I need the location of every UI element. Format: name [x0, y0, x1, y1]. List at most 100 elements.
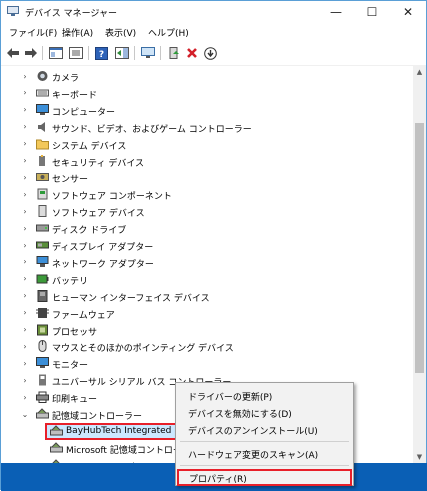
close-button[interactable]: ✕	[390, 1, 426, 23]
properties-pane-button[interactable]	[48, 46, 64, 60]
scan-hardware-button[interactable]	[140, 46, 156, 60]
tree-category-item[interactable]: › モニター	[1, 356, 413, 371]
tree-category-item[interactable]: › カメラ	[1, 69, 413, 84]
tree-category-item[interactable]: › サウンド、ビデオ、およびゲーム コントローラー	[1, 120, 413, 135]
mouse-icon	[36, 340, 49, 353]
expand-chevron-icon[interactable]: ›	[21, 105, 29, 115]
monitor-icon	[36, 357, 49, 369]
minimize-icon: —	[330, 5, 342, 19]
display-adapter-icon	[36, 239, 49, 251]
close-icon: ✕	[402, 5, 414, 19]
tree-category-item[interactable]: › ネットワーク アダプター	[1, 255, 413, 270]
expand-chevron-icon[interactable]: ›	[21, 392, 29, 402]
tree-item-label: セキュリティ デバイス	[52, 158, 145, 169]
scroll-up-icon[interactable]: ▲	[413, 65, 426, 78]
menu-file[interactable]: ファイル(F)	[9, 26, 57, 39]
tree-item-label: ディスク ドライブ	[52, 226, 127, 237]
back-arrow-icon	[7, 48, 19, 58]
tree-item-label: マウスとそのほかのポインティング デバイス	[52, 344, 234, 355]
action-pane-button[interactable]	[114, 46, 130, 60]
tree-category-item[interactable]: › ソフトウェア コンポーネント	[1, 187, 413, 202]
maximize-button[interactable]: ☐	[354, 1, 390, 23]
tree-category-item[interactable]: › ディスク ドライブ	[1, 221, 413, 237]
menu-separator	[180, 441, 349, 442]
context-menu-item-label: プロパティ(R)	[189, 475, 247, 485]
enable-device-icon	[169, 47, 179, 59]
software-device-icon	[36, 205, 49, 218]
tree-category-item[interactable]: › セキュリティ デバイス	[1, 154, 413, 169]
expand-chevron-icon[interactable]: ›	[21, 88, 29, 98]
expand-chevron-icon[interactable]: ›	[21, 139, 29, 149]
tree-category-item[interactable]: › プロセッサ	[1, 323, 413, 338]
expand-chevron-icon[interactable]: ›	[21, 341, 29, 351]
expand-chevron-icon[interactable]: ›	[21, 172, 29, 182]
minimize-button[interactable]: —	[318, 1, 354, 23]
expand-chevron-icon[interactable]: ›	[21, 274, 29, 284]
speaker-icon	[36, 121, 49, 133]
forward-arrow-icon	[25, 48, 37, 58]
tree-category-item[interactable]: › バッテリ	[1, 272, 413, 287]
usb-icon	[36, 374, 49, 386]
tree-category-item[interactable]: › マウスとそのほかのポインティング デバイス	[1, 339, 413, 354]
context-menu: ドライバーの更新(P) デバイスを無効にする(D) デバイスのアンインストール(U)…	[175, 382, 354, 486]
context-menu-item[interactable]: デバイスのアンインストール(U)	[176, 421, 353, 438]
back-button[interactable]	[5, 46, 21, 60]
network-adapter-icon	[36, 255, 49, 268]
monitor-scan-icon	[141, 47, 155, 58]
context-menu-item[interactable]: デバイスを無効にする(D)	[176, 404, 353, 421]
expand-chevron-icon[interactable]: ›	[21, 325, 29, 335]
expand-chevron-icon[interactable]: ›	[21, 206, 29, 216]
storage-controller-icon	[36, 408, 49, 420]
vertical-scrollbar[interactable]: ▲ ▼	[413, 65, 426, 463]
tree-category-item[interactable]: › ソフトウェア デバイス	[1, 204, 413, 219]
remove-device-button[interactable]	[184, 46, 200, 60]
expand-chevron-icon[interactable]: ›	[21, 71, 29, 81]
list-view-icon	[69, 47, 83, 59]
context-menu-item-label: ドライバーの更新(P)	[188, 393, 273, 403]
expand-chevron-icon[interactable]: ›	[21, 291, 29, 301]
tree-category-item[interactable]: › システム デバイス	[1, 137, 413, 152]
window-title: デバイス マネージャー	[25, 9, 117, 19]
storage-controller-icon	[50, 425, 63, 437]
tree-item-label: ヒューマン インターフェイス デバイス	[52, 293, 210, 304]
tree-item-label: プロセッサ	[52, 327, 98, 338]
scroll-down-icon[interactable]: ▼	[413, 450, 426, 463]
context-menu-item-label: ハードウェア変更のスキャン(A)	[188, 451, 319, 461]
tree-category-item[interactable]: › ディスプレイ アダプター	[1, 238, 413, 254]
expand-chevron-icon[interactable]: ›	[21, 122, 29, 132]
tree-category-item[interactable]: › コンピューター	[1, 103, 413, 118]
list-view-button[interactable]	[68, 46, 84, 60]
storage-controller-icon	[50, 442, 63, 454]
device-manager-window: デバイス マネージャー — ☐ ✕ ファイル(F) 操作(A) 表示(V) ヘル…	[0, 0, 427, 491]
expand-chevron-icon[interactable]: ›	[21, 358, 29, 368]
forward-button[interactable]	[23, 46, 39, 60]
expand-chevron-icon[interactable]: ›	[21, 375, 29, 385]
scrollbar-thumb[interactable]	[415, 123, 424, 373]
context-menu-item[interactable]: ハードウェア変更のスキャン(A)	[176, 445, 353, 462]
expand-chevron-icon[interactable]: ›	[21, 308, 29, 318]
tree-category-item[interactable]: › キーボード	[1, 86, 413, 101]
help-button[interactable]: ?	[94, 46, 110, 60]
tree-item-label: Microsoft 記憶域コントロー	[66, 445, 182, 456]
update-driver-button[interactable]	[202, 46, 218, 60]
menu-view[interactable]: 表示(V)	[105, 26, 136, 39]
title-bar: デバイス マネージャー — ☐ ✕	[1, 1, 426, 23]
tree-category-item[interactable]: › ファームウェア	[1, 306, 413, 321]
expand-chevron-icon[interactable]: ›	[21, 257, 29, 267]
menu-action[interactable]: 操作(A)	[62, 26, 93, 39]
expand-chevron-icon[interactable]: ›	[21, 156, 29, 166]
enable-device-button[interactable]	[166, 46, 182, 60]
collapse-chevron-icon[interactable]: ⌄	[21, 409, 29, 419]
context-menu-item[interactable]: ドライバーの更新(P)	[176, 387, 353, 404]
menu-separator	[180, 465, 349, 466]
tree-category-item[interactable]: › ヒューマン インターフェイス デバイス	[1, 289, 413, 304]
expand-chevron-icon[interactable]: ›	[21, 189, 29, 199]
menu-help[interactable]: ヘルプ(H)	[148, 26, 189, 39]
keyboard-icon	[36, 87, 49, 99]
expand-chevron-icon[interactable]: ›	[21, 223, 29, 233]
printer-icon	[36, 391, 49, 404]
tree-category-item[interactable]: › センサー	[1, 170, 413, 186]
maximize-icon: ☐	[366, 5, 378, 19]
expand-chevron-icon[interactable]: ›	[21, 240, 29, 250]
context-menu-item[interactable]: プロパティ(R)	[177, 469, 352, 486]
